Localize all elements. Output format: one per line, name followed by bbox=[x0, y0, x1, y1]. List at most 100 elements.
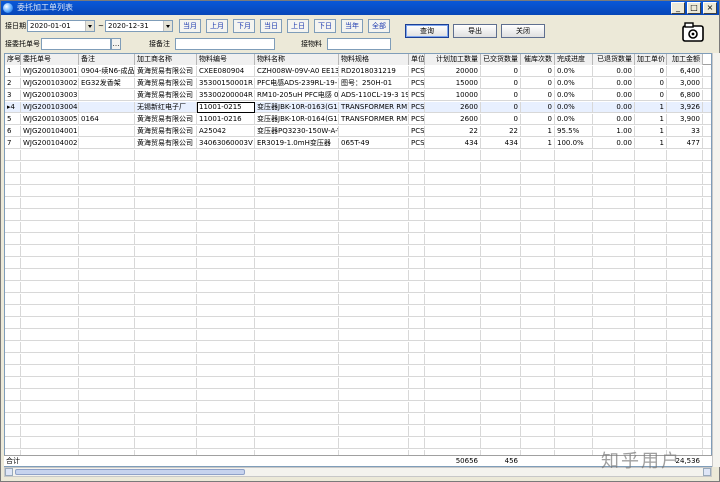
table-cell[interactable]: ▸4 bbox=[5, 102, 21, 113]
table-cell[interactable]: 3,926 bbox=[667, 102, 703, 113]
minimize-button[interactable]: _ bbox=[671, 2, 685, 14]
table-cell[interactable]: PFC电感ADS-239RL-19-1 bbox=[255, 78, 339, 89]
column-header[interactable]: 完成进度 bbox=[555, 54, 593, 65]
table-cell[interactable]: 3 bbox=[5, 90, 21, 101]
table-cell[interactable]: 无锡新红电子厂 bbox=[135, 102, 197, 113]
table-cell[interactable]: 1.00 bbox=[593, 126, 635, 137]
table-cell[interactable]: 5 bbox=[5, 114, 21, 125]
table-cell[interactable]: 15000 bbox=[425, 78, 481, 89]
table-cell[interactable]: 0 bbox=[481, 114, 521, 125]
column-header[interactable]: 催库次数 bbox=[521, 54, 555, 65]
table-cell[interactable]: PCS bbox=[409, 102, 425, 113]
table-row[interactable]: ▸4 WJG200103004 无锡新红电子厂 11001-0215 变压器JBK-10… bbox=[5, 102, 711, 113]
this-month-button[interactable]: 当月 bbox=[179, 19, 201, 33]
table-cell[interactable]: PCS bbox=[409, 66, 425, 77]
table-cell[interactable]: 0.00 bbox=[593, 138, 635, 149]
table-cell[interactable]: 0 bbox=[481, 102, 521, 113]
vertical-scrollbar[interactable] bbox=[712, 53, 720, 467]
table-cell[interactable]: 1 bbox=[635, 126, 667, 137]
table-cell[interactable]: PCS bbox=[409, 126, 425, 137]
table-cell[interactable]: 100.0% bbox=[555, 138, 593, 149]
table-row[interactable]: 3 WJG200103003 黄海贸易有限公司 35300200004R RM10-20… bbox=[5, 90, 711, 101]
previous-day-button[interactable]: 上日 bbox=[287, 19, 309, 33]
table-cell[interactable]: 33 bbox=[667, 126, 703, 137]
scroll-right-icon[interactable] bbox=[703, 468, 711, 476]
today-button[interactable]: 当日 bbox=[260, 19, 282, 33]
table-cell[interactable]: 35300150001R bbox=[197, 78, 255, 89]
chevron-down-icon[interactable] bbox=[85, 21, 94, 31]
column-header[interactable]: 加工金额 bbox=[667, 54, 703, 65]
table-cell[interactable]: 065T-49 bbox=[339, 138, 409, 149]
last-month-button[interactable]: 上月 bbox=[206, 19, 228, 33]
table-cell[interactable]: WJG200103004 bbox=[21, 102, 79, 113]
date-to-input[interactable]: 2020-12-31 bbox=[105, 20, 173, 32]
table-cell[interactable]: 1 bbox=[521, 138, 555, 149]
this-year-button[interactable]: 当年 bbox=[341, 19, 363, 33]
table-cell[interactable]: 34063060003V bbox=[197, 138, 255, 149]
table-cell[interactable]: 0 bbox=[521, 78, 555, 89]
table-cell[interactable]: 黄海贸易有限公司 bbox=[135, 126, 197, 137]
table-cell[interactable]: 95.5% bbox=[555, 126, 593, 137]
settings-icon[interactable] bbox=[679, 21, 707, 45]
table-cell[interactable]: 0164 bbox=[79, 114, 135, 125]
table-cell[interactable]: 0.0% bbox=[555, 66, 593, 77]
table-cell[interactable]: 0 bbox=[481, 66, 521, 77]
table-cell[interactable]: 0.00 bbox=[593, 102, 635, 113]
table-cell[interactable]: 3,000 bbox=[667, 78, 703, 89]
table-cell[interactable]: 1 bbox=[635, 114, 667, 125]
table-cell[interactable]: 0.0% bbox=[555, 90, 593, 101]
table-cell[interactable]: 0904-续N6-成品 bbox=[79, 66, 135, 77]
table-cell[interactable]: 2 bbox=[5, 78, 21, 89]
table-cell[interactable]: PCS bbox=[409, 138, 425, 149]
column-header[interactable]: 单位 bbox=[409, 54, 425, 65]
table-cell[interactable]: 0 bbox=[635, 90, 667, 101]
column-header[interactable]: 已交货数量 bbox=[481, 54, 521, 65]
table-cell[interactable] bbox=[79, 90, 135, 101]
chevron-down-icon[interactable] bbox=[163, 21, 172, 31]
table-cell[interactable]: 黄海贸易有限公司 bbox=[135, 78, 197, 89]
table-cell[interactable]: RD2018031219 bbox=[339, 66, 409, 77]
table-cell[interactable]: WJG200104002 bbox=[21, 138, 79, 149]
table-cell[interactable]: RM10-205uH PFC电感 090 bbox=[255, 90, 339, 101]
table-cell[interactable]: 0.0% bbox=[555, 102, 593, 113]
table-cell[interactable]: WJG200103001 bbox=[21, 66, 79, 77]
table-cell[interactable]: 0 bbox=[521, 90, 555, 101]
table-row[interactable]: 5 WJG200103005 0164 黄海贸易有限公司 11001-0216 变压器JB… bbox=[5, 114, 711, 125]
browse-button[interactable]: … bbox=[111, 38, 121, 50]
table-cell[interactable]: 0 bbox=[635, 78, 667, 89]
query-button[interactable]: 查询 bbox=[405, 24, 449, 38]
column-header[interactable]: 计划加工数量 bbox=[425, 54, 481, 65]
table-cell[interactable]: 0 bbox=[635, 66, 667, 77]
all-dates-button[interactable]: 全部 bbox=[368, 19, 390, 33]
table-cell[interactable]: 2600 bbox=[425, 114, 481, 125]
table-cell[interactable]: 0 bbox=[521, 66, 555, 77]
table-cell[interactable]: 6,400 bbox=[667, 66, 703, 77]
table-row[interactable]: 2 WJG200103002 EG32发香架 黄海贸易有限公司 35300150001R… bbox=[5, 78, 711, 89]
table-cell[interactable]: TRANSFORMER RM10 bbox=[339, 102, 409, 113]
table-cell[interactable]: EG32发香架 bbox=[79, 78, 135, 89]
table-cell[interactable]: 变压器PQ3230-150W-A-V1 bbox=[255, 126, 339, 137]
table-row[interactable]: 1 WJG200103001 0904-续N6-成品 黄海贸易有限公司 CXEE0809… bbox=[5, 66, 711, 77]
close-button[interactable]: 关闭 bbox=[501, 24, 545, 38]
client-no-input[interactable] bbox=[41, 38, 111, 50]
table-cell[interactable]: 434 bbox=[425, 138, 481, 149]
table-cell[interactable]: 变压器JBK-10R-0163(G11 bbox=[255, 102, 339, 113]
column-header[interactable]: 物料编号 bbox=[197, 54, 255, 65]
table-cell[interactable]: 1 bbox=[635, 102, 667, 113]
column-header[interactable]: 委托单号 bbox=[21, 54, 79, 65]
table-row[interactable]: 6 WJG200104001 黄海贸易有限公司 A25042 变压器PQ3230-150… bbox=[5, 126, 711, 137]
column-header[interactable]: 备注 bbox=[79, 54, 135, 65]
title-bar[interactable]: 委托加工单列表 _ □ × bbox=[1, 1, 719, 15]
table-cell[interactable]: 0.0% bbox=[555, 78, 593, 89]
remark-input[interactable] bbox=[175, 38, 275, 50]
table-cell[interactable]: 1 bbox=[635, 138, 667, 149]
table-cell[interactable]: 黄海贸易有限公司 bbox=[135, 90, 197, 101]
table-cell[interactable]: 2600 bbox=[425, 102, 481, 113]
column-header[interactable]: 物料名称 bbox=[255, 54, 339, 65]
table-cell[interactable] bbox=[79, 138, 135, 149]
table-cell[interactable]: 变压器JBK-10R-0164(G11 bbox=[255, 114, 339, 125]
table-cell[interactable]: 7 bbox=[5, 138, 21, 149]
table-cell[interactable]: 11001-0215 bbox=[197, 102, 255, 113]
next-month-button[interactable]: 下月 bbox=[233, 19, 255, 33]
table-cell[interactable]: 6 bbox=[5, 126, 21, 137]
